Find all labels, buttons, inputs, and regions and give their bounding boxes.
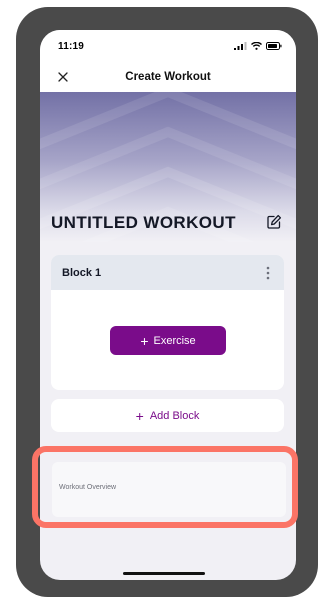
block-title: Block 1 bbox=[62, 266, 102, 279]
overview-label: Workout Overview bbox=[59, 484, 117, 491]
plus-icon: + bbox=[140, 332, 149, 349]
wifi-icon bbox=[251, 42, 262, 50]
add-block-button[interactable]: + Add Block bbox=[51, 399, 284, 432]
cellular-signal-icon bbox=[234, 42, 247, 50]
close-icon bbox=[58, 72, 68, 82]
more-vertical-icon bbox=[266, 266, 270, 279]
status-bar: 11:19 bbox=[40, 30, 296, 62]
nav-bar: Create Workout bbox=[40, 62, 296, 92]
block-header: Block 1 bbox=[51, 255, 284, 290]
add-exercise-button[interactable]: + Exercise bbox=[110, 326, 226, 355]
block-menu-button[interactable] bbox=[262, 265, 274, 281]
edit-icon bbox=[267, 214, 282, 229]
close-button[interactable] bbox=[56, 70, 70, 84]
page-title: Create Workout bbox=[125, 71, 211, 83]
status-icons bbox=[234, 42, 282, 50]
workout-overview-field[interactable]: Workout Overview bbox=[52, 462, 286, 517]
status-time: 11:19 bbox=[58, 40, 85, 52]
workout-title: UNTITLED WORKOUT bbox=[51, 213, 236, 232]
block-card: Block 1 + Exercise bbox=[51, 255, 284, 390]
battery-icon bbox=[266, 42, 282, 50]
add-block-label: Add Block bbox=[149, 409, 200, 422]
home-indicator bbox=[123, 572, 205, 575]
plus-icon: + bbox=[135, 407, 144, 424]
add-exercise-label: Exercise bbox=[153, 334, 196, 347]
edit-title-button[interactable] bbox=[266, 214, 282, 230]
